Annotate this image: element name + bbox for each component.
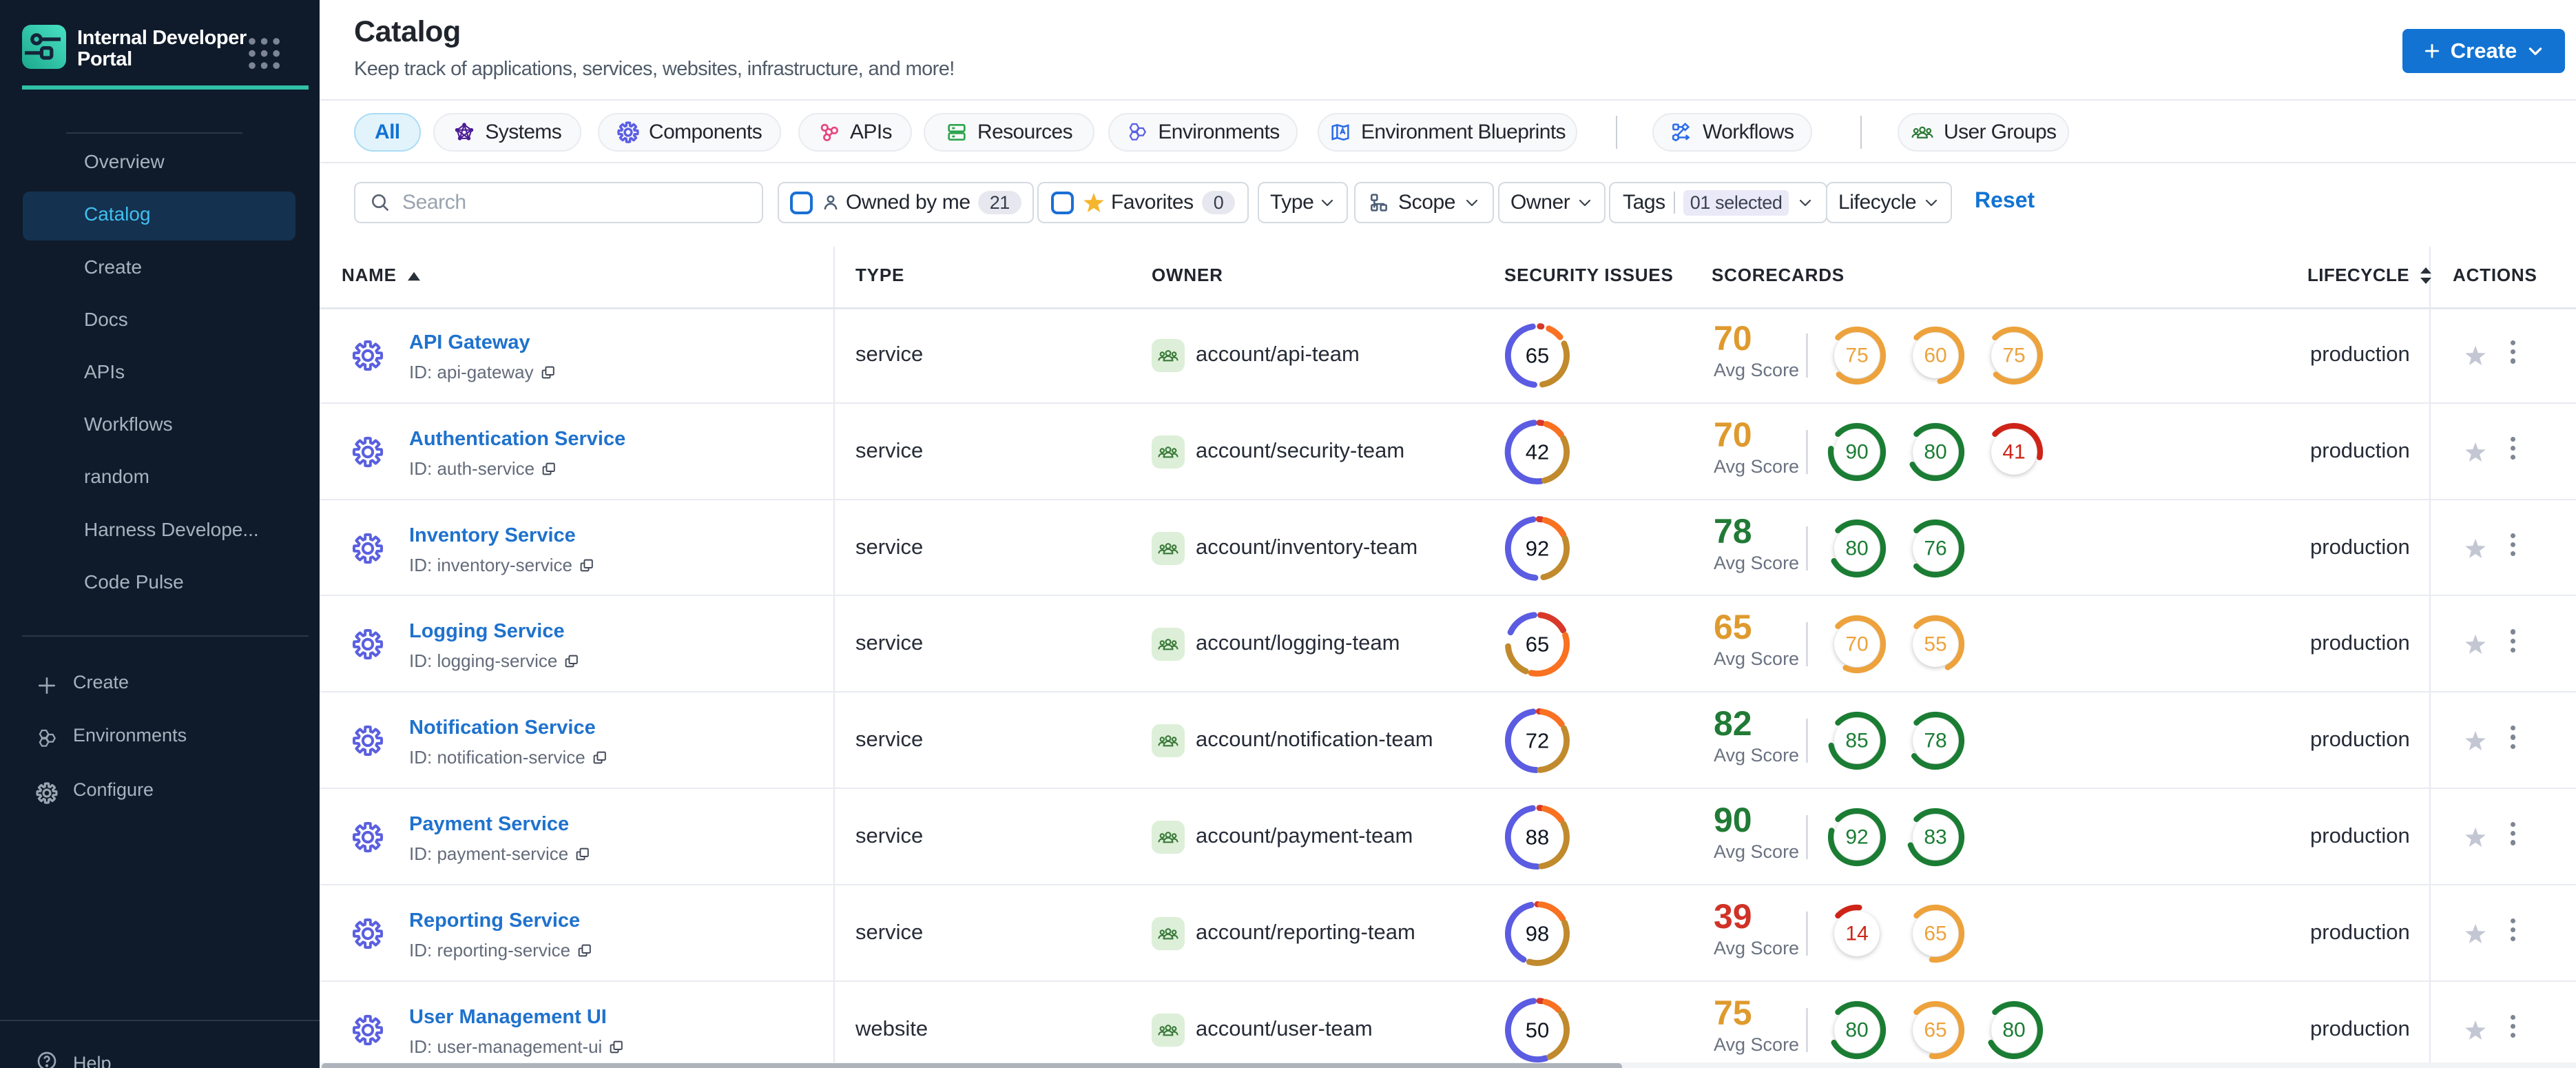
svg-text:65: 65 — [1924, 922, 1946, 945]
svg-text:98: 98 — [1526, 921, 1549, 945]
svg-text:80: 80 — [1924, 440, 1946, 463]
svg-text:75: 75 — [2002, 345, 2025, 367]
svg-text:92: 92 — [1845, 826, 1868, 849]
svg-text:65: 65 — [1924, 1018, 1946, 1041]
svg-text:92: 92 — [1526, 536, 1549, 560]
svg-text:83: 83 — [1924, 826, 1946, 849]
svg-text:50: 50 — [1526, 1018, 1549, 1042]
svg-text:76: 76 — [1924, 537, 1946, 559]
svg-text:85: 85 — [1845, 730, 1868, 752]
svg-text:65: 65 — [1526, 344, 1549, 368]
svg-text:80: 80 — [2002, 1018, 2025, 1041]
svg-text:14: 14 — [1845, 922, 1868, 945]
svg-text:80: 80 — [1845, 537, 1868, 559]
svg-text:60: 60 — [1924, 345, 1946, 367]
svg-text:78: 78 — [1924, 730, 1946, 752]
svg-text:41: 41 — [2002, 440, 2025, 463]
svg-text:65: 65 — [1526, 633, 1549, 657]
svg-text:90: 90 — [1845, 440, 1868, 463]
svg-text:88: 88 — [1526, 825, 1549, 850]
svg-text:70: 70 — [1845, 633, 1868, 656]
svg-text:75: 75 — [1845, 345, 1868, 367]
svg-text:42: 42 — [1526, 440, 1549, 464]
svg-text:55: 55 — [1924, 633, 1946, 656]
svg-text:72: 72 — [1526, 729, 1549, 753]
svg-text:80: 80 — [1845, 1018, 1868, 1041]
